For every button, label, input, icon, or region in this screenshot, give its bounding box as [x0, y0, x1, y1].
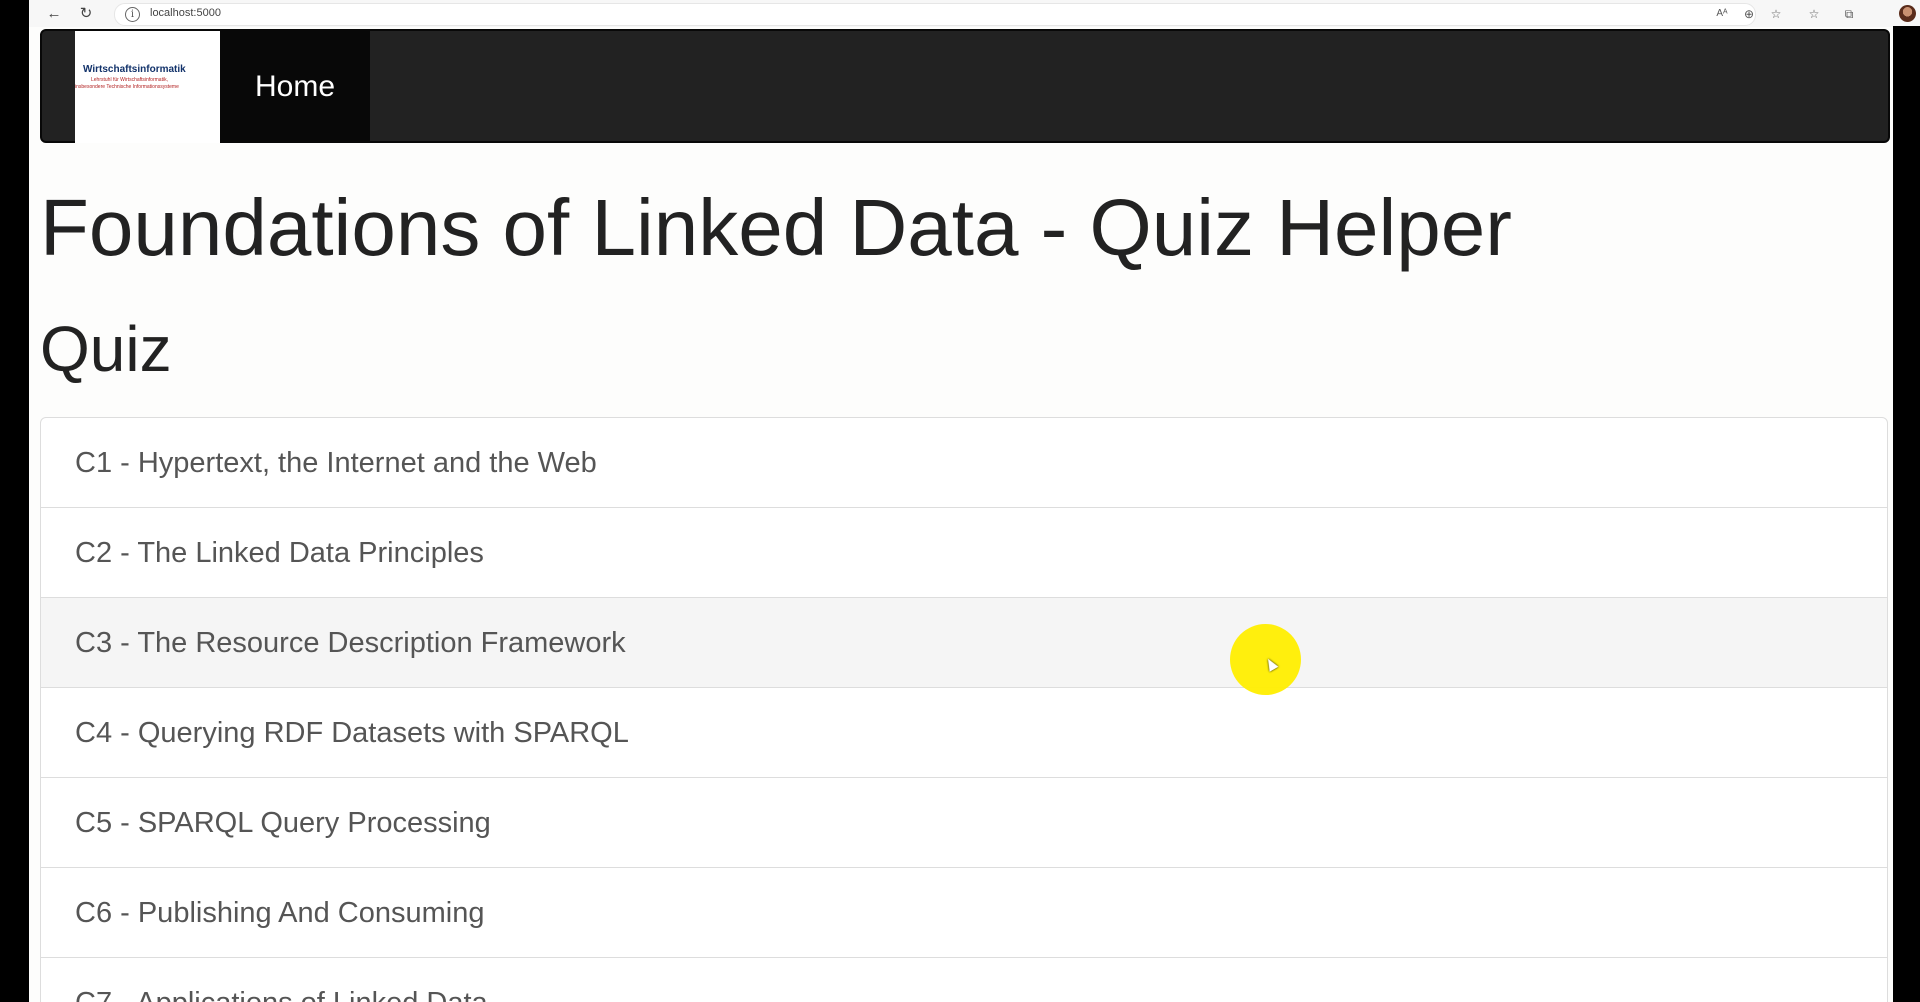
nav-home-link[interactable]: Home [220, 31, 370, 143]
web-page: Wirtschaftsinformatik Lehrstuhl für Wirt… [29, 27, 1893, 1002]
logo-subtitle-line1: Lehrstuhl für Wirtschaftsinformatik, [91, 77, 168, 83]
chapter-item-c4[interactable]: C4 - Querying RDF Datasets with SPARQL [41, 688, 1887, 778]
favorite-star-icon[interactable]: ☆ [1767, 5, 1785, 23]
profile-avatar[interactable] [1899, 5, 1916, 22]
collections-icon[interactable]: ⧉ [1840, 5, 1858, 23]
section-title-quiz: Quiz [40, 313, 172, 385]
logo-subtitle-line2: insbesondere Technische Informationssyst… [75, 84, 179, 90]
zoom-icon[interactable]: ⊕ [1740, 5, 1758, 23]
reload-icon[interactable]: ↻ [75, 3, 97, 25]
address-url[interactable]: localhost:5000 [150, 7, 221, 19]
chapter-item-c3[interactable]: C3 - The Resource Description Framework [41, 598, 1887, 688]
read-aloud-icon[interactable]: Aᴬ [1713, 5, 1731, 23]
left-dark-edge [0, 0, 29, 1002]
back-arrow-icon[interactable]: ← [43, 3, 65, 25]
address-bar[interactable]: i localhost:5000 [114, 3, 1756, 26]
chapter-list: C1 - Hypertext, the Internet and the Web… [40, 417, 1888, 1002]
favorites-list-icon[interactable]: ☆ [1805, 5, 1823, 23]
chapter-item-c7[interactable]: C7 - Applications of Linked Data [41, 958, 1887, 1002]
right-dark-edge [1893, 26, 1920, 1002]
navbar: Wirtschaftsinformatik Lehrstuhl für Wirt… [40, 29, 1890, 143]
logo-title: Wirtschaftsinformatik [83, 64, 186, 75]
chapter-item-c1[interactable]: C1 - Hypertext, the Internet and the Web [41, 418, 1887, 508]
site-info-icon[interactable]: i [125, 7, 140, 22]
site-logo[interactable]: Wirtschaftsinformatik Lehrstuhl für Wirt… [75, 31, 220, 143]
page-title: Foundations of Linked Data - Quiz Helper [40, 183, 1512, 272]
browser-toolbar: ← ↻ i localhost:5000 Aᴬ ⊕ ☆ ☆ ⧉ [29, 0, 1920, 28]
chapter-item-c6[interactable]: C6 - Publishing And Consuming [41, 868, 1887, 958]
chapter-item-c2[interactable]: C2 - The Linked Data Principles [41, 508, 1887, 598]
chapter-item-c5[interactable]: C5 - SPARQL Query Processing [41, 778, 1887, 868]
